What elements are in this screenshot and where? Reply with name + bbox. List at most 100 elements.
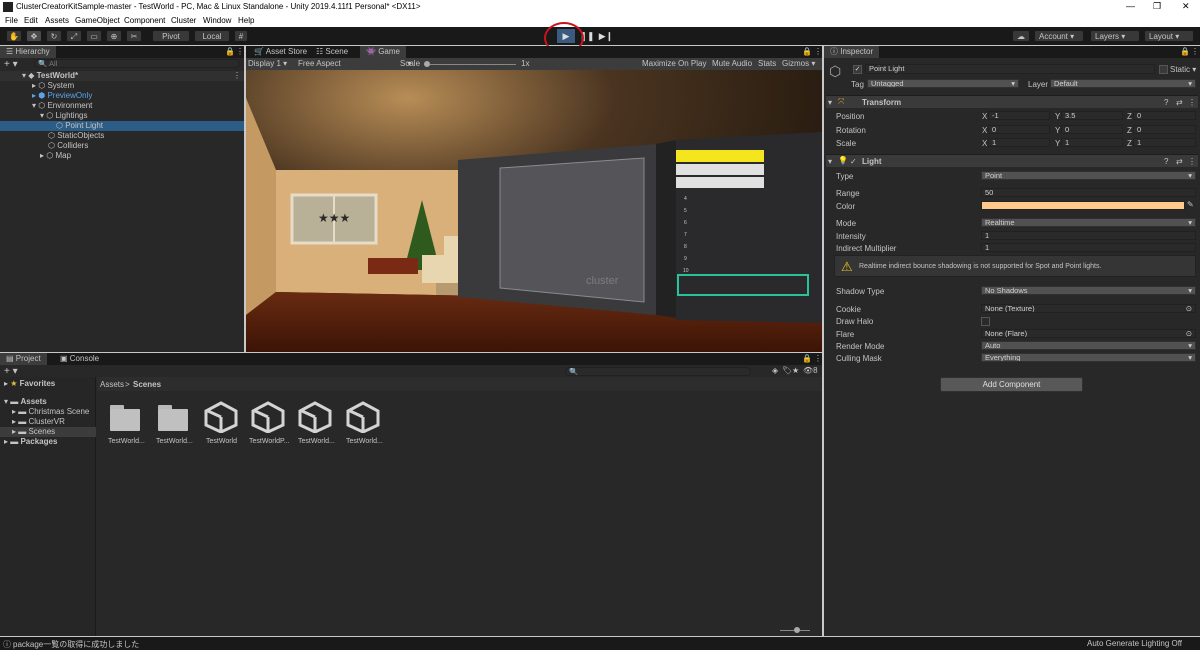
object-picker-icon[interactable]: ⊙: [1186, 330, 1192, 337]
tree-favorites[interactable]: ▸ ★ Favorites: [4, 379, 55, 389]
breadcrumb-scenes[interactable]: Scenes: [133, 380, 161, 389]
custom-tool-icon[interactable]: ✂: [126, 30, 142, 42]
menu-cluster[interactable]: Cluster: [171, 16, 196, 25]
tag-dropdown[interactable]: Untagged ▾: [867, 79, 1019, 88]
scale-y-field[interactable]: 1: [1061, 138, 1123, 147]
lock-icon[interactable]: 🔒: [225, 47, 235, 56]
lock-icon[interactable]: 🔒: [1180, 47, 1190, 56]
scale-slider-thumb[interactable]: [424, 61, 430, 67]
unity-scene-icon[interactable]: [346, 401, 380, 433]
filter-label-icon[interactable]: 🏷: [782, 366, 792, 375]
layout-dropdown[interactable]: Layout ▾: [1144, 30, 1194, 42]
object-picker-icon[interactable]: ⊙: [1186, 305, 1192, 312]
active-checkbox[interactable]: ✓: [853, 65, 862, 74]
mode-dropdown[interactable]: Realtime ▾: [981, 218, 1196, 227]
shadow-type-dropdown[interactable]: No Shadows ▾: [981, 286, 1196, 295]
menu-file[interactable]: File: [5, 16, 18, 25]
help-icon[interactable]: ?: [1164, 98, 1168, 107]
gizmos-dropdown[interactable]: Gizmos ▾: [782, 59, 815, 68]
static-label[interactable]: Static ▾: [1170, 65, 1196, 74]
tree-scenes[interactable]: ▸ ▬ Scenes: [0, 427, 96, 437]
panel-menu-icon[interactable]: ⋮: [236, 47, 244, 56]
tab-asset-store[interactable]: 🛒 Asset Store: [248, 46, 313, 58]
layer-dropdown[interactable]: Default ▾: [1050, 79, 1196, 88]
light-enabled-checkbox[interactable]: ✓: [850, 157, 857, 166]
type-dropdown[interactable]: Point ▾: [981, 171, 1196, 180]
menu-help[interactable]: Help: [238, 16, 254, 25]
hierarchy-search-input[interactable]: 🔍 All: [34, 59, 240, 68]
transform-tool-icon[interactable]: ⊕: [106, 30, 122, 42]
minimize-button[interactable]: —: [1126, 1, 1135, 11]
hierarchy-item-environment[interactable]: ▾ ⬡ Environment: [32, 101, 92, 111]
breadcrumb-assets[interactable]: Assets: [100, 380, 124, 389]
folder-icon[interactable]: [110, 403, 142, 433]
preset-icon[interactable]: ⇄: [1176, 157, 1183, 166]
auto-lighting-status[interactable]: Auto Generate Lighting Off: [1087, 639, 1182, 648]
display-dropdown[interactable]: Display 1 ▾: [248, 59, 287, 68]
tree-packages[interactable]: ▸ ▬ Packages: [4, 437, 57, 447]
help-icon[interactable]: ?: [1164, 157, 1168, 166]
draw-halo-checkbox[interactable]: [981, 317, 990, 326]
menu-window[interactable]: Window: [203, 16, 231, 25]
create-button[interactable]: + ▾: [4, 366, 18, 377]
folder-icon[interactable]: [158, 403, 190, 433]
create-button[interactable]: + ▾: [4, 59, 18, 70]
preset-icon[interactable]: ⇄: [1176, 98, 1183, 107]
close-button[interactable]: ✕: [1182, 1, 1190, 12]
intensity-field[interactable]: 1: [981, 231, 1196, 240]
aspect-dropdown[interactable]: Free Aspect ▾: [298, 59, 411, 68]
tab-inspector[interactable]: ⓘ Inspector: [824, 46, 880, 58]
grid-snap-icon[interactable]: #: [234, 30, 248, 42]
filter-type-icon[interactable]: ◈: [772, 366, 778, 375]
hierarchy-item-point-light[interactable]: ⬡ Point Light: [0, 121, 244, 131]
scene-menu-icon[interactable]: ⋮: [233, 71, 241, 80]
unity-scene-icon[interactable]: [298, 401, 332, 433]
scale-slider[interactable]: [424, 64, 516, 65]
hand-tool-icon[interactable]: ✋: [6, 30, 22, 42]
transform-header[interactable]: ▾ ⤧ Transform ? ⇄ ⋮: [826, 95, 1198, 108]
icon-size-slider-thumb[interactable]: [794, 627, 800, 633]
component-menu-icon[interactable]: ⋮: [1188, 98, 1196, 107]
step-button[interactable]: ▶❙: [597, 29, 615, 43]
menu-gameobject[interactable]: GameObject: [75, 16, 120, 25]
tree-christmas-scene[interactable]: ▸ ▬ Christmas Scene: [12, 407, 89, 417]
culling-mask-dropdown[interactable]: Everything ▾: [981, 353, 1196, 362]
range-field[interactable]: 50: [981, 188, 1196, 197]
panel-menu-icon[interactable]: ⋮: [814, 354, 822, 363]
lock-icon[interactable]: 🔒: [802, 47, 812, 56]
light-header[interactable]: ▾ 💡 ✓ Light ? ⇄ ⋮: [826, 154, 1198, 167]
account-dropdown[interactable]: Account ▾: [1034, 30, 1084, 42]
scale-z-field[interactable]: 1: [1133, 138, 1196, 147]
rect-tool-icon[interactable]: ▭: [86, 30, 102, 42]
hierarchy-item-staticobjects[interactable]: ⬡ StaticObjects: [48, 131, 104, 141]
position-z-field[interactable]: 0: [1133, 111, 1196, 120]
stats-toggle[interactable]: Stats: [758, 59, 776, 68]
eyedropper-icon[interactable]: ✎: [1187, 200, 1194, 209]
tab-project[interactable]: ▤ Project: [0, 353, 47, 365]
tree-clustervr[interactable]: ▸ ▬ ClusterVR: [12, 417, 65, 427]
scale-tool-icon[interactable]: ⤢: [66, 30, 82, 42]
hierarchy-item-system[interactable]: ▸ ⬡ System: [32, 81, 74, 91]
lock-icon[interactable]: 🔒: [802, 354, 812, 363]
hierarchy-item-map[interactable]: ▸ ⬡ Map: [40, 151, 71, 161]
project-search-input[interactable]: 🔍: [565, 367, 751, 376]
scene-row[interactable]: ▾ ◆ TestWorld*: [0, 71, 244, 81]
maximize-button[interactable]: ❐: [1153, 1, 1161, 12]
status-message[interactable]: package一覧の取得に成功しました: [13, 639, 139, 650]
tree-assets[interactable]: ▾ ▬ Assets: [4, 397, 47, 407]
rotation-x-field[interactable]: 0: [988, 125, 1050, 134]
static-checkbox[interactable]: [1159, 65, 1168, 74]
tab-console[interactable]: ▣ Console: [54, 353, 105, 365]
tab-hierarchy[interactable]: ☰ Hierarchy: [0, 46, 56, 58]
panel-menu-icon[interactable]: ⋮: [1191, 47, 1199, 56]
menu-assets[interactable]: Assets: [45, 16, 69, 25]
add-component-button[interactable]: Add Component: [940, 377, 1083, 392]
hierarchy-item-previewonly[interactable]: ▸ ⬢ PreviewOnly: [32, 91, 92, 101]
unity-scene-icon[interactable]: [251, 401, 285, 433]
position-y-field[interactable]: 3.5: [1061, 111, 1123, 120]
component-menu-icon[interactable]: ⋮: [1188, 157, 1196, 166]
object-name-field[interactable]: Point Light: [865, 64, 1155, 74]
favorite-star-icon[interactable]: ★: [792, 366, 799, 375]
menu-component[interactable]: Component: [124, 16, 165, 25]
hierarchy-item-lightings[interactable]: ▾ ⬡ Lightings: [40, 111, 87, 121]
